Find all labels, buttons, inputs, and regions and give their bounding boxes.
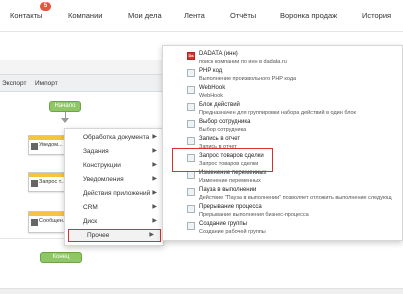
submenu-item-description: Выбор сотрудника [199, 127, 247, 133]
block-bar [29, 173, 67, 177]
submenu-item-title: Выбор сотрудника [199, 119, 251, 125]
submenu-item-description: Предназначен для группировки набора дейс… [199, 110, 356, 116]
submenu-item-description: поиск компании по инн в dadata.ru [199, 59, 287, 65]
submenu-item-create-group[interactable]: Создание группы Создание рабочей группы [163, 220, 402, 237]
arrow-down-icon [61, 118, 69, 123]
submenu-item-dadata[interactable]: Da DADATA (инн) поиск компании по инн в … [163, 50, 402, 67]
menu-item-label: Прочее [87, 232, 110, 239]
menu-item-label: Задания [83, 148, 109, 155]
add-action-menu: Обработка документа ▶ Задания ▶ Конструкци… [64, 128, 164, 246]
submenu-item-action-block[interactable]: Блок действий Предназначен для группиров… [163, 101, 402, 118]
menu-item-constructions[interactable]: Конструкции ▶ [65, 159, 163, 172]
message-icon [31, 219, 38, 226]
flow-start-node[interactable]: Начало [49, 101, 81, 112]
submenu-item-stop-process[interactable]: Прерывание процесса Прерывание выполнени… [163, 203, 402, 220]
menu-item-app-actions[interactable]: Действия приложений ▶ [65, 187, 163, 200]
menu-item-label: Уведомления [83, 176, 124, 183]
other-actions-submenu: Da DADATA (инн) поиск компании по инн в … [162, 45, 403, 241]
submenu-item-webhook[interactable]: WebHook WebHook [163, 84, 402, 101]
chevron-right-icon: ▶ [152, 190, 157, 196]
designer-toolbar: Экспорт Импорт [0, 74, 180, 92]
block-label: Запрос т... [39, 179, 66, 185]
menu-item-label: Обработка документа [83, 134, 150, 141]
highlight-box [172, 148, 273, 172]
menu-item-other[interactable]: Прочее ▶ [68, 229, 161, 242]
block-label: Сообщен... ленту [39, 218, 67, 224]
php-icon [187, 69, 195, 77]
menu-item-label: Действия приложений [83, 190, 151, 197]
submenu-item-title: WebHook [199, 85, 226, 91]
submenu-item-description: WebHook [199, 93, 224, 99]
export-link[interactable]: Экспорт [2, 80, 26, 87]
submenu-item-title: Создание группы [199, 221, 247, 227]
flow-block-notification[interactable]: Уведом... [28, 135, 68, 155]
nav-reports[interactable]: Отчёты [230, 11, 256, 20]
menu-item-crm[interactable]: CRM ▶ [65, 201, 163, 214]
nav-feed[interactable]: Лента [184, 11, 205, 20]
submenu-item-title: Блок действий [199, 102, 240, 108]
import-link[interactable]: Импорт [35, 80, 58, 87]
menu-item-label: Конструкции [83, 162, 121, 169]
block-label: Уведом... [39, 142, 63, 148]
stop-icon [187, 205, 195, 213]
flow-block-feed-message[interactable]: Сообщен... ленту [28, 211, 68, 233]
flow-block-request[interactable]: Запрос т... [28, 172, 68, 192]
submenu-item-description: Изменение переменных [199, 178, 261, 184]
nav-my-activities[interactable]: Мои дела [128, 11, 162, 20]
submenu-item-employee-select[interactable]: Выбор сотрудника Выбор сотрудника [163, 118, 402, 135]
menu-item-disk[interactable]: Диск ▶ [65, 215, 163, 228]
chevron-right-icon: ▶ [152, 218, 157, 224]
submenu-item-title: DADATA (инн) [199, 51, 238, 57]
chevron-right-icon: ▶ [152, 162, 157, 168]
block-icon [31, 143, 38, 150]
notification-badge: 5 [40, 2, 51, 11]
nav-history[interactable]: История [362, 11, 391, 20]
flow-end-node[interactable]: Конец [40, 252, 82, 263]
menu-item-document-processing[interactable]: Обработка документа ▶ [65, 131, 163, 144]
submenu-item-description: Создание рабочей группы [199, 229, 266, 235]
submenu-item-title: Пауза в выполнении [199, 187, 257, 193]
variables-icon [187, 171, 195, 179]
block-bar [29, 136, 67, 140]
submenu-item-php[interactable]: PHP код Выполнение произвольного PHP код… [163, 67, 402, 84]
dadata-icon: Da [187, 52, 195, 60]
nav-companies[interactable]: Компании [68, 11, 102, 20]
nav-contacts[interactable]: Контакты [10, 11, 42, 20]
chevron-right-icon: ▶ [149, 232, 154, 238]
submenu-item-title: Прерывание процесса [199, 204, 262, 210]
chevron-right-icon: ▶ [152, 204, 157, 210]
chevron-right-icon: ▶ [152, 176, 157, 182]
menu-item-label: Диск [83, 218, 98, 225]
group-icon [187, 222, 195, 230]
chevron-right-icon: ▶ [152, 148, 157, 154]
submenu-item-pause[interactable]: Пауза в выполнении Действие "Пауза в вып… [163, 186, 402, 203]
submenu-item-title: PHP код [199, 68, 223, 74]
employee-select-icon [187, 120, 195, 128]
report-icon [187, 137, 195, 145]
pause-icon [187, 188, 195, 196]
submenu-item-description: Выполнение произвольного PHP кода [199, 76, 297, 82]
block-bar [29, 212, 67, 216]
submenu-item-description: Действие "Пауза в выполнении" позволяет … [199, 195, 392, 201]
block-icon [31, 180, 38, 187]
webhook-icon [187, 86, 195, 94]
nav-sales-funnel[interactable]: Воронка продаж [280, 11, 337, 20]
menu-item-label: CRM [83, 204, 98, 211]
top-navigation: 5 Контакты Компании Мои дела Лента Отчёт… [0, 0, 403, 32]
chevron-right-icon: ▶ [152, 134, 157, 140]
menu-item-notifications[interactable]: Уведомления ▶ [65, 173, 163, 186]
submenu-item-title: Запись в отчет [199, 136, 241, 142]
action-block-icon [187, 103, 195, 111]
menu-item-tasks[interactable]: Задания ▶ [65, 145, 163, 158]
submenu-item-description: Прерывание выполнения бизнес-процесса [199, 212, 309, 218]
horizontal-scrollbar[interactable] [0, 288, 403, 294]
